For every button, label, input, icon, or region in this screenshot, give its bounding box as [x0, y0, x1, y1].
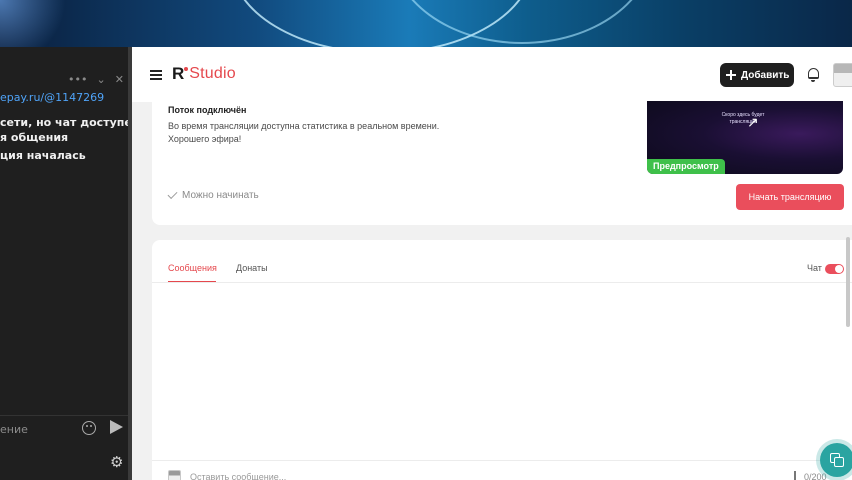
gear-icon[interactable]: ⚙ [110, 453, 123, 471]
side-chat-toolbar: ••• ⌄ ✕ [68, 73, 124, 86]
side-chat-input[interactable]: ение [0, 423, 28, 436]
chevron-down-icon[interactable]: ⌄ [96, 73, 105, 86]
donation-link[interactable]: epay.ru/@1147269 [0, 91, 104, 104]
chat-bubble-icon [830, 453, 844, 467]
ready-status: Можно начинать [167, 189, 259, 201]
rstudio-app: R Studio Добавить Поток подключён Во вре… [132, 47, 852, 480]
send-icon[interactable] [110, 420, 123, 434]
side-chat-message: сети, но чат доступен [0, 116, 140, 129]
rstudio-logo[interactable]: R Studio [172, 65, 236, 83]
ready-label: Можно начинать [182, 190, 259, 201]
more-icon[interactable]: ••• [68, 73, 87, 86]
add-button-label: Добавить [741, 69, 790, 81]
side-chat-window: ••• ⌄ ✕ epay.ru/@1147269 сети, но чат до… [0, 47, 139, 480]
help-button[interactable] [820, 443, 852, 477]
page-scrollbar[interactable] [846, 237, 850, 327]
start-stream-button[interactable]: Начать трансляцию [736, 184, 844, 210]
emoji-icon[interactable] [82, 421, 96, 435]
menu-icon[interactable] [150, 70, 162, 80]
message-input[interactable] [190, 468, 750, 480]
plus-icon [726, 70, 736, 80]
messages-card: Сообщения Донаты Чат 0/200 [152, 240, 852, 480]
tab-donations[interactable]: Донаты [236, 263, 268, 273]
tabs-divider [152, 282, 852, 283]
logo-letter: R [172, 64, 185, 83]
check-icon [167, 189, 178, 200]
chat-toggle-label: Чат [807, 263, 822, 273]
side-chat-message: я общения [0, 131, 69, 144]
desktop-wallpaper [0, 0, 852, 48]
wallpaper-glow [0, 0, 80, 48]
add-button[interactable]: Добавить [720, 63, 794, 87]
text-cursor-icon [794, 471, 796, 480]
compose-bar: 0/200 [152, 460, 852, 480]
stream-preview[interactable]: Скоро здесь будет трансляция ↗ Предпросм… [647, 101, 843, 174]
avatar[interactable] [833, 63, 852, 87]
char-counter: 0/200 [804, 472, 827, 480]
side-chat-message: ция началась [0, 149, 86, 162]
close-icon[interactable]: ✕ [115, 73, 124, 86]
bell-icon[interactable] [808, 68, 819, 82]
preview-badge: Предпросмотр [647, 159, 725, 174]
logo-dot [184, 67, 189, 71]
stream-status-title: Поток подключён [168, 105, 247, 115]
stream-info-line: Во время трансляции доступна статистика … [168, 121, 440, 131]
stream-status-card: Поток подключён Во время трансляции дост… [152, 92, 852, 225]
chat-toggle[interactable] [825, 264, 844, 274]
compose-avatar [168, 470, 181, 480]
logo-text: Studio [189, 65, 236, 82]
preview-placeholder-text: Скоро здесь будет трансляция [721, 112, 765, 125]
stream-info-line: Хорошего эфира! [168, 134, 242, 144]
tab-messages[interactable]: Сообщения [168, 263, 217, 273]
side-chat-input-row: ение [0, 415, 128, 443]
arrow-icon: ↗ [747, 114, 759, 130]
